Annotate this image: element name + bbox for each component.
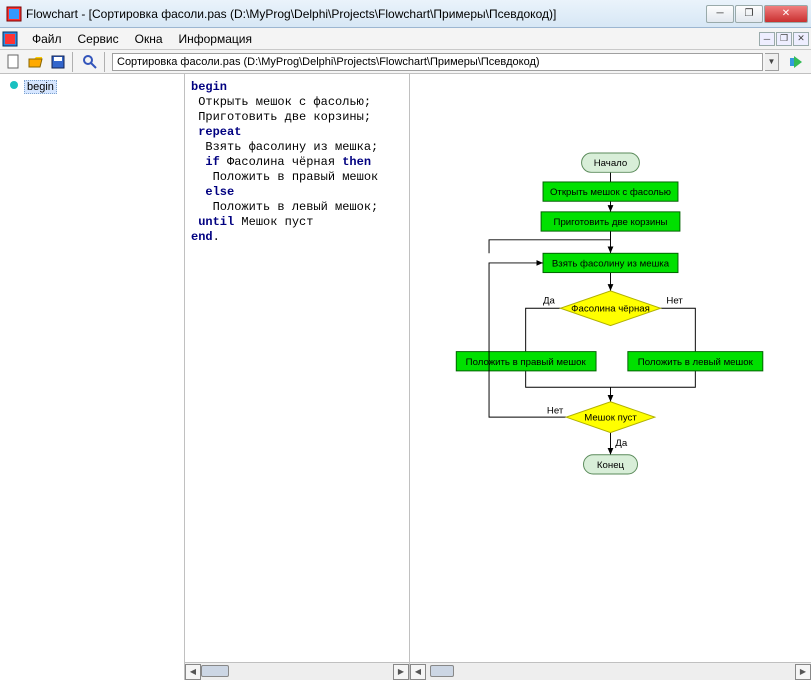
path-dropdown-button[interactable]: ▼ (765, 53, 779, 71)
toolbar: Сортировка фасоли.pas (D:\MyProg\Delphi\… (0, 50, 811, 74)
menu-bar: Файл Сервис Окна Информация ─ ❐ ✕ (0, 28, 811, 50)
path-field[interactable]: Сортировка фасоли.pas (D:\MyProg\Delphi\… (112, 53, 763, 71)
scroll-left-button[interactable]: ◀ (185, 664, 201, 680)
mdi-minimize-button[interactable]: ─ (759, 32, 775, 46)
doc-icon (2, 31, 18, 47)
new-button[interactable] (4, 52, 24, 72)
path-text: Сортировка фасоли.pas (D:\MyProg\Delphi\… (117, 56, 540, 68)
node-take-bean-label: Взять фасолину из мешка (552, 258, 670, 269)
scroll-right-button[interactable]: ▶ (795, 664, 811, 680)
chart-hscrollbar[interactable]: ◀ ▶ (410, 662, 811, 680)
branch-no-label-2: Нет (547, 405, 564, 416)
menu-windows[interactable]: Окна (127, 32, 171, 46)
flowchart-pane: Начало Открыть мешок с фасолью Приготови… (410, 74, 811, 680)
save-button[interactable] (48, 52, 68, 72)
node-start-label: Начало (594, 158, 628, 169)
find-button[interactable] (80, 52, 100, 72)
branch-yes-label: Да (543, 295, 556, 306)
open-button[interactable] (26, 52, 46, 72)
scroll-track[interactable] (426, 664, 795, 680)
scroll-left-button[interactable]: ◀ (410, 664, 426, 680)
tree-bullet-icon (8, 79, 20, 94)
node-decision-black-label: Фасолина чёрная (571, 304, 650, 315)
branch-yes-label-2: Да (615, 438, 628, 449)
window-title: Flowchart - [Сортировка фасоли.pas (D:\M… (26, 7, 706, 21)
menu-info[interactable]: Информация (171, 32, 260, 46)
menu-file[interactable]: Файл (24, 32, 70, 46)
go-button[interactable] (785, 52, 807, 72)
flowchart-canvas[interactable]: Начало Открыть мешок с фасолью Приготови… (410, 74, 811, 662)
close-button[interactable]: ✕ (764, 5, 808, 23)
mdi-close-button[interactable]: ✕ (793, 32, 809, 46)
scroll-thumb[interactable] (430, 665, 454, 677)
title-bar: Flowchart - [Сортировка фасоли.pas (D:\M… (0, 0, 811, 28)
code-hscrollbar[interactable]: ◀ ▶ (185, 662, 409, 680)
code-editor[interactable]: begin Открыть мешок с фасолью; Приготови… (185, 74, 409, 662)
mdi-restore-button[interactable]: ❐ (776, 32, 792, 46)
node-open-bag-label: Открыть мешок с фасолью (550, 187, 671, 198)
minimize-button[interactable]: ─ (706, 5, 734, 23)
node-prepare-baskets-label: Приготовить две корзины (554, 217, 668, 228)
tree-item-begin[interactable]: begin (6, 78, 178, 95)
code-pane: begin Открыть мешок с фасолью; Приготови… (185, 74, 410, 680)
node-put-left-label: Положить в левый мешок (638, 357, 754, 368)
tree-pane: begin (0, 74, 185, 680)
toolbar-separator (72, 52, 76, 72)
content: begin begin Открыть мешок с фасолью; При… (0, 74, 811, 680)
node-end-label: Конец (597, 460, 625, 471)
menu-service[interactable]: Сервис (70, 32, 127, 46)
node-put-right-label: Положить в правый мешок (466, 357, 587, 368)
toolbar-separator (104, 52, 108, 72)
scroll-right-button[interactable]: ▶ (393, 664, 409, 680)
scroll-thumb[interactable] (201, 665, 229, 677)
branch-no-label: Нет (666, 295, 683, 306)
app-icon (6, 6, 22, 22)
scroll-track[interactable] (201, 664, 393, 680)
node-decision-empty-label: Мешок пуст (584, 413, 637, 424)
maximize-button[interactable]: ❐ (735, 5, 763, 23)
tree-root-label: begin (24, 80, 57, 94)
